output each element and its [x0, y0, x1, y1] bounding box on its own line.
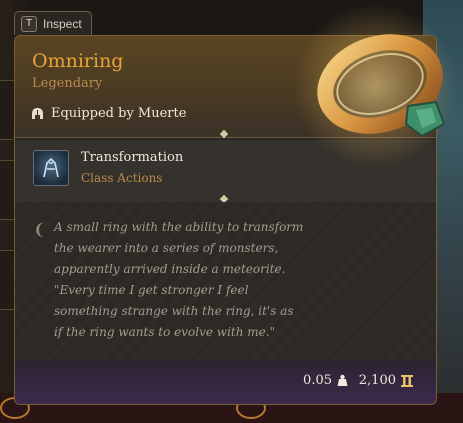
weight-value: 0.05 [303, 373, 332, 388]
item-rarity: Legendary [32, 76, 103, 91]
equipped-by-row: Equipped by Muerte [31, 106, 186, 121]
transformation-icon [33, 150, 69, 186]
quote-icon: ❨ [33, 220, 47, 239]
helmet-icon [32, 107, 43, 119]
ring-icon [317, 34, 446, 138]
keybind-key: T [21, 15, 37, 32]
price-value: 2,100 [358, 373, 396, 388]
inspect-label: Inspect [43, 16, 82, 31]
weight-icon [337, 374, 348, 386]
gold-icon [401, 374, 413, 387]
ability-name: Transformation [81, 150, 184, 165]
description-area: ❨ A small ring with the ability to trans… [15, 202, 436, 362]
inspect-hint[interactable]: T Inspect [14, 11, 92, 35]
item-description: A small ring with the ability to transfo… [54, 220, 304, 339]
item-name: Omniring [32, 50, 124, 72]
price-value-row: 2,100 [359, 373, 413, 388]
tooltip-footer: 0.05 2,100 [15, 360, 436, 404]
ability-type: Class Actions [81, 171, 163, 185]
weight-value-row: 0.05 [303, 373, 348, 388]
equipped-by-text: Equipped by Muerte [51, 106, 187, 121]
